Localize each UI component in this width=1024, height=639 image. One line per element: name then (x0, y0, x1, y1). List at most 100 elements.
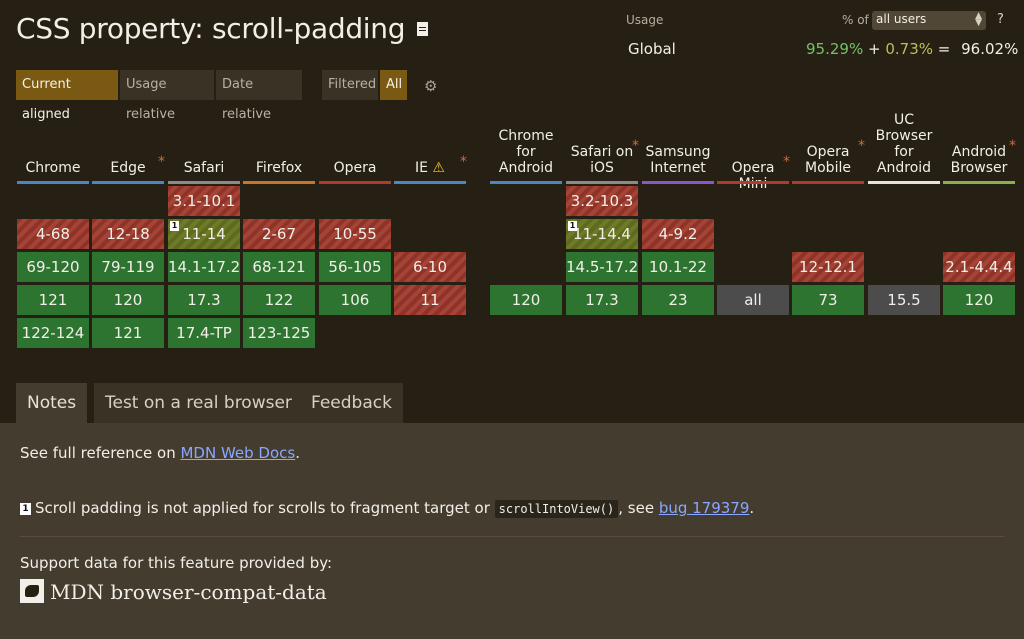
browser-header-opera-mini: Opera Mini * (717, 154, 790, 192)
browser-underline (642, 181, 714, 184)
usage-scope-value: all users (876, 12, 927, 26)
current-aligned-button[interactable]: Current aligned (16, 70, 118, 122)
select-arrows-icon: ▲ ▼ (975, 11, 982, 28)
code-snippet: scrollIntoView() (494, 500, 619, 518)
version-range: 121 (38, 291, 68, 309)
version-range: 120 (511, 291, 541, 309)
browser-name-line: Browser (875, 128, 933, 144)
footnote-badge: 1 (20, 503, 31, 515)
support-cell[interactable]: 121 (92, 318, 164, 348)
browser-name-line: Android (951, 144, 1007, 160)
version-range: 10.1-22 (649, 258, 707, 276)
support-cell[interactable]: 10.1-22 (642, 252, 714, 282)
support-cell[interactable]: 12-12.1 (792, 252, 864, 282)
browser-name-line: for (516, 144, 536, 160)
tab-feedback[interactable]: Feedback (300, 383, 403, 423)
support-cell[interactable]: 11 (394, 285, 466, 315)
browser-header-samsung: Samsung Internet (642, 144, 714, 176)
support-cell[interactable]: 73 (792, 285, 864, 315)
browser-underline (792, 181, 864, 184)
support-cell[interactable]: 68-121 (243, 252, 315, 282)
browser-name-line: Opera Mini (731, 160, 775, 192)
support-cell[interactable]: 69-120 (17, 252, 89, 282)
version-range: 12-18 (106, 225, 150, 243)
support-cell[interactable]: 11-14 1 (168, 219, 240, 249)
version-range: all (744, 291, 762, 309)
gear-icon[interactable]: ⚙ (424, 77, 437, 95)
help-icon[interactable]: ? (997, 12, 1004, 27)
percent-of-label: % of (842, 13, 869, 27)
support-cell[interactable]: 106 (319, 285, 391, 315)
support-cell[interactable]: 11-14.4 1 (566, 219, 638, 249)
tab-notes[interactable]: Notes (16, 383, 88, 423)
version-range: 17.4-TP (176, 324, 232, 342)
partial-support-percent: 0.73% (885, 40, 933, 58)
browser-name-line: Chrome (498, 128, 554, 144)
version-range: 6-10 (412, 258, 448, 276)
version-range: 120 (113, 291, 143, 309)
support-cell[interactable]: 15.5 (868, 285, 940, 315)
support-cell[interactable]: 2.1-4.4.4 (943, 252, 1015, 282)
footnote-1: 1 Scroll padding is not applied for scrol… (20, 499, 754, 518)
browser-header-edge: Edge * (92, 154, 165, 176)
support-cell[interactable]: 123-125 (243, 318, 315, 348)
mdn-web-docs-link[interactable]: MDN Web Docs (180, 444, 295, 462)
usage-label: Usage (626, 13, 664, 27)
support-cell[interactable]: 17.3 (566, 285, 638, 315)
support-cell[interactable]: 120 (92, 285, 164, 315)
browser-header-opera-mobile: Opera Mobile * (792, 138, 865, 176)
support-cell[interactable]: 10-55 (319, 219, 391, 249)
version-range: 56-105 (328, 258, 382, 276)
support-cell[interactable]: 17.4-TP (168, 318, 240, 348)
support-cell[interactable]: 56-105 (319, 252, 391, 282)
warning-icon[interactable]: ⚠ (428, 160, 445, 176)
support-cell[interactable]: 23 (642, 285, 714, 315)
browser-name-line: UC (893, 112, 915, 128)
usage-scope-select[interactable]: all users ▲ ▼ (872, 11, 986, 30)
bug-link[interactable]: bug 179379 (659, 499, 750, 517)
version-range: 10-55 (333, 225, 377, 243)
region-label: Global (628, 40, 676, 58)
browser-underline (168, 181, 240, 184)
usage-relative-button[interactable]: Usage relative (120, 70, 214, 122)
support-cell[interactable]: 14.1-17.2 (168, 252, 240, 282)
support-cell[interactable]: all (717, 285, 789, 315)
support-cell[interactable]: 122-124 (17, 318, 89, 348)
support-cell[interactable]: 122 (243, 285, 315, 315)
browser-name-line: Chrome (25, 160, 81, 176)
browser-name-line: Browser (950, 160, 1008, 176)
support-cell[interactable]: 14.5-17.2 (566, 252, 638, 282)
asterisk-icon: * (632, 138, 639, 154)
browser-header-safari-ios: Safari on iOS * (566, 138, 639, 176)
support-cell[interactable]: 121 (17, 285, 89, 315)
document-icon[interactable] (417, 22, 429, 36)
browser-underline (566, 181, 638, 184)
tab-test-real-browser[interactable]: Test on a real browser (94, 383, 303, 423)
support-cell[interactable]: 17.3 (168, 285, 240, 315)
browser-header-opera: Opera (319, 160, 391, 176)
browser-underline (92, 181, 164, 184)
support-cell[interactable]: 120 (490, 285, 562, 315)
mdn-bcd-link[interactable]: MDN browser-compat-data (20, 579, 327, 604)
all-button[interactable]: All (380, 70, 407, 100)
version-range: 15.5 (887, 291, 921, 309)
version-range: 106 (340, 291, 370, 309)
asterisk-icon: * (858, 138, 865, 154)
filtered-button[interactable]: Filtered (322, 70, 378, 100)
support-cell[interactable]: 3.2-10.3 (566, 186, 638, 216)
date-relative-button[interactable]: Date relative (216, 70, 302, 122)
support-cell[interactable]: 4-9.2 (642, 219, 714, 249)
browser-underline (243, 181, 315, 184)
support-cell[interactable]: 2-67 (243, 219, 315, 249)
support-cell[interactable]: 3.1-10.1 (168, 186, 240, 216)
support-cell[interactable]: 79-119 (92, 252, 164, 282)
asterisk-icon: * (158, 154, 165, 170)
version-range: 4-9.2 (658, 225, 698, 243)
support-cell[interactable]: 4-68 (17, 219, 89, 249)
support-cell[interactable]: 6-10 (394, 252, 466, 282)
version-range: 79-119 (101, 258, 155, 276)
support-cell[interactable]: 120 (943, 285, 1015, 315)
version-range: 11 (420, 291, 440, 309)
version-range: 17.3 (585, 291, 619, 309)
support-cell[interactable]: 12-18 (92, 219, 164, 249)
